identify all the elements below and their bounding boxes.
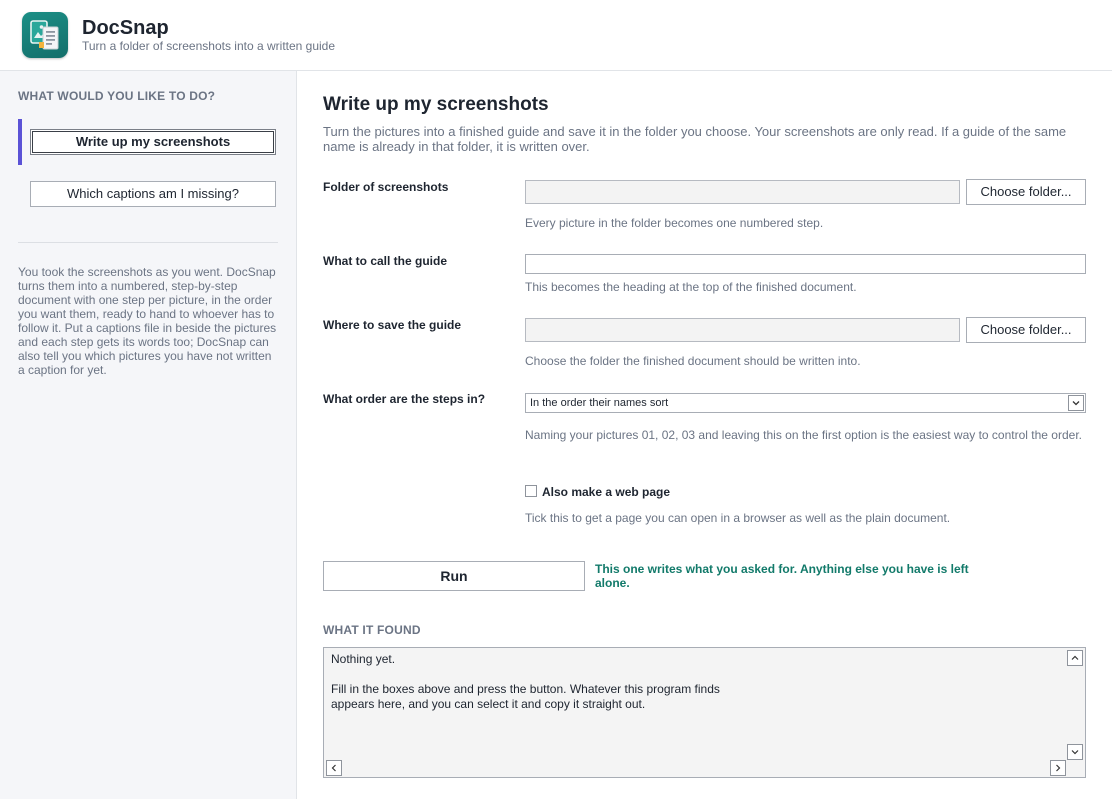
page-title: Write up my screenshots	[323, 94, 549, 115]
save-folder-hint: Choose the folder the finished document …	[525, 354, 861, 368]
app-header: DocSnap Turn a folder of screenshots int…	[0, 0, 1112, 71]
screenshots-folder-hint: Every picture in the folder becomes one …	[525, 216, 824, 230]
output-textarea[interactable]: Nothing yet. Fill in the boxes above and…	[323, 647, 1086, 778]
choose-screenshots-folder-button[interactable]: Choose folder...	[966, 179, 1086, 205]
step-order-select[interactable]: In the order their names sort	[525, 393, 1086, 413]
chevron-down-icon[interactable]	[1068, 395, 1084, 411]
guide-name-hint: This becomes the heading at the top of t…	[525, 280, 857, 294]
save-folder-path	[525, 318, 960, 342]
scroll-up-icon[interactable]	[1067, 650, 1083, 666]
sidebar-description: You took the screenshots as you went. Do…	[18, 265, 277, 377]
choose-save-folder-button[interactable]: Choose folder...	[966, 317, 1086, 343]
sidebar-divider	[18, 242, 278, 243]
screenshots-folder-label: Folder of screenshots	[323, 180, 449, 194]
sidebar: WHAT WOULD YOU LIKE TO DO? Write up my s…	[0, 71, 297, 799]
run-button[interactable]: Run	[323, 561, 585, 591]
step-order-hint: Naming your pictures 01, 02, 03 and leav…	[525, 428, 1082, 442]
web-page-label[interactable]: Also make a web page	[542, 485, 670, 499]
guide-name-label: What to call the guide	[323, 254, 448, 268]
page-description: Turn the pictures into a finished guide …	[323, 124, 1067, 154]
step-order-label: What order are the steps in?	[323, 392, 486, 406]
output-text[interactable]: Nothing yet. Fill in the boxes above and…	[331, 652, 1051, 712]
scroll-left-icon[interactable]	[326, 760, 342, 776]
guide-name-input[interactable]	[525, 254, 1086, 274]
sidebar-heading: WHAT WOULD YOU LIKE TO DO?	[18, 89, 216, 103]
sidebar-item-missing-captions[interactable]: Which captions am I missing?	[30, 181, 276, 207]
docsnap-app-icon	[22, 12, 68, 58]
app-subtitle: Turn a folder of screenshots into a writ…	[82, 39, 336, 53]
save-folder-label: Where to save the guide	[323, 318, 462, 332]
web-page-checkbox[interactable]	[525, 485, 537, 497]
output-heading: WHAT IT FOUND	[323, 623, 421, 637]
run-note: This one writes what you asked for. Anyt…	[595, 562, 969, 590]
active-indicator	[18, 119, 22, 165]
screenshots-folder-path	[525, 180, 960, 204]
scroll-right-icon[interactable]	[1050, 760, 1066, 776]
sidebar-item-write-up[interactable]: Write up my screenshots	[30, 129, 276, 155]
main-panel: Write up my screenshots Turn the picture…	[297, 71, 1112, 799]
step-order-selected-value: In the order their names sort	[530, 397, 669, 409]
app-title: DocSnap	[82, 17, 169, 39]
scroll-down-icon[interactable]	[1067, 744, 1083, 760]
web-page-hint: Tick this to get a page you can open in …	[525, 511, 951, 525]
